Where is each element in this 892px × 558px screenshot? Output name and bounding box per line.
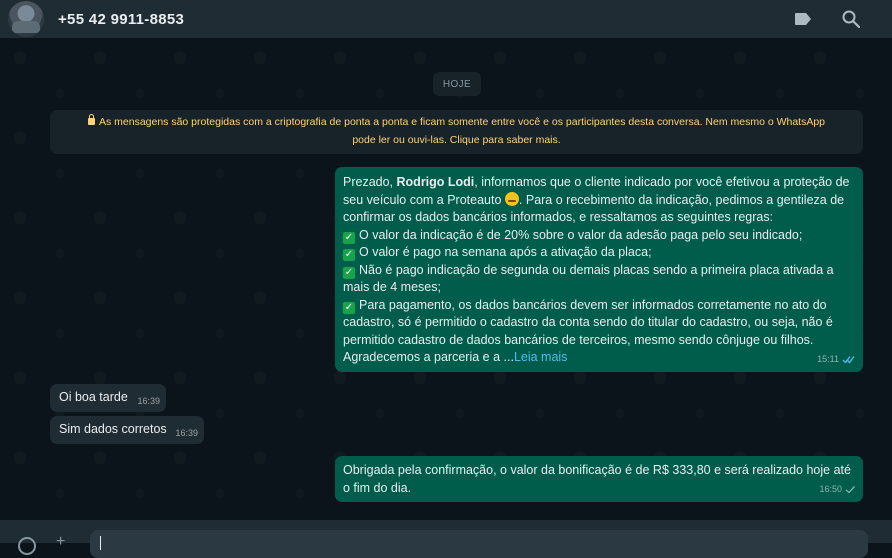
check-mark-icon: ✓	[343, 301, 355, 314]
label-icon[interactable]	[792, 8, 814, 30]
rule-text: O valor da indicação é de 20% sobre o va…	[359, 227, 803, 242]
rule-text: O valor é pago na semana após a ativação…	[359, 245, 652, 259]
message-incoming[interactable]: Oi boa tarde 16:39	[50, 384, 166, 412]
message-time: 16:39	[175, 427, 198, 438]
lock-icon	[87, 114, 95, 125]
check-mark-icon: ✓	[343, 249, 355, 261]
message-time: 16:39	[137, 395, 160, 406]
message-text: Obrigada pela confirmação, o valor da bo…	[343, 463, 851, 495]
message-text: Prezado,	[343, 175, 397, 189]
message-bold-name: Rodrigo Lodi	[396, 175, 475, 189]
composer-bar: +	[0, 520, 892, 558]
message-time: 16:50	[819, 483, 842, 494]
encryption-text-line1: As mensagens são protegidas com a cripto…	[98, 116, 826, 128]
message-text: Sim dados corretos	[59, 422, 167, 437]
plus-icon[interactable]: +	[56, 534, 70, 550]
message-outgoing[interactable]: Obrigada pela confirmação, o valor da bo…	[335, 456, 863, 502]
read-more-link[interactable]: Leia mais	[514, 350, 568, 364]
text-caret	[100, 536, 101, 550]
message-outgoing[interactable]: Prezado, Rodrigo Lodi, informamos que o …	[335, 167, 863, 372]
check-mark-icon: ✓	[343, 266, 355, 279]
encryption-text-line2: pode ler ou ouvi-las. Clique para saber …	[352, 134, 561, 146]
message-text: Oi boa tarde	[59, 390, 128, 405]
message-meta: 16:50	[819, 481, 856, 499]
single-check-icon	[845, 485, 855, 494]
rule-text: Não é pago indicação de segunda ou demai…	[343, 262, 834, 295]
check-mark-icon: ✓	[343, 231, 355, 244]
rule-text: Para pagamento, os dados bancários devem…	[343, 297, 833, 347]
message-text: Agradecemos a parceria e a ...	[343, 350, 514, 364]
chat-area[interactable]: HOJE As mensagens são protegidas com a c…	[0, 38, 892, 520]
contact-name[interactable]: +55 42 9911-8853	[58, 11, 184, 28]
message-meta: 15:11	[817, 351, 856, 369]
message-time: 15:11	[817, 353, 839, 364]
search-icon[interactable]	[840, 8, 862, 30]
chat-header: +55 42 9911-8853	[0, 0, 892, 38]
header-actions	[792, 8, 862, 30]
grinning-face-icon	[504, 191, 519, 206]
double-check-read-icon	[842, 355, 855, 364]
encryption-notice[interactable]: As mensagens são protegidas com a cripto…	[50, 110, 863, 154]
message-input[interactable]	[90, 530, 868, 558]
contact-avatar[interactable]	[8, 1, 44, 37]
message-incoming[interactable]: Sim dados corretos 16:39	[50, 416, 204, 444]
date-chip: HOJE	[433, 72, 481, 96]
emoji-icon[interactable]	[18, 537, 36, 555]
